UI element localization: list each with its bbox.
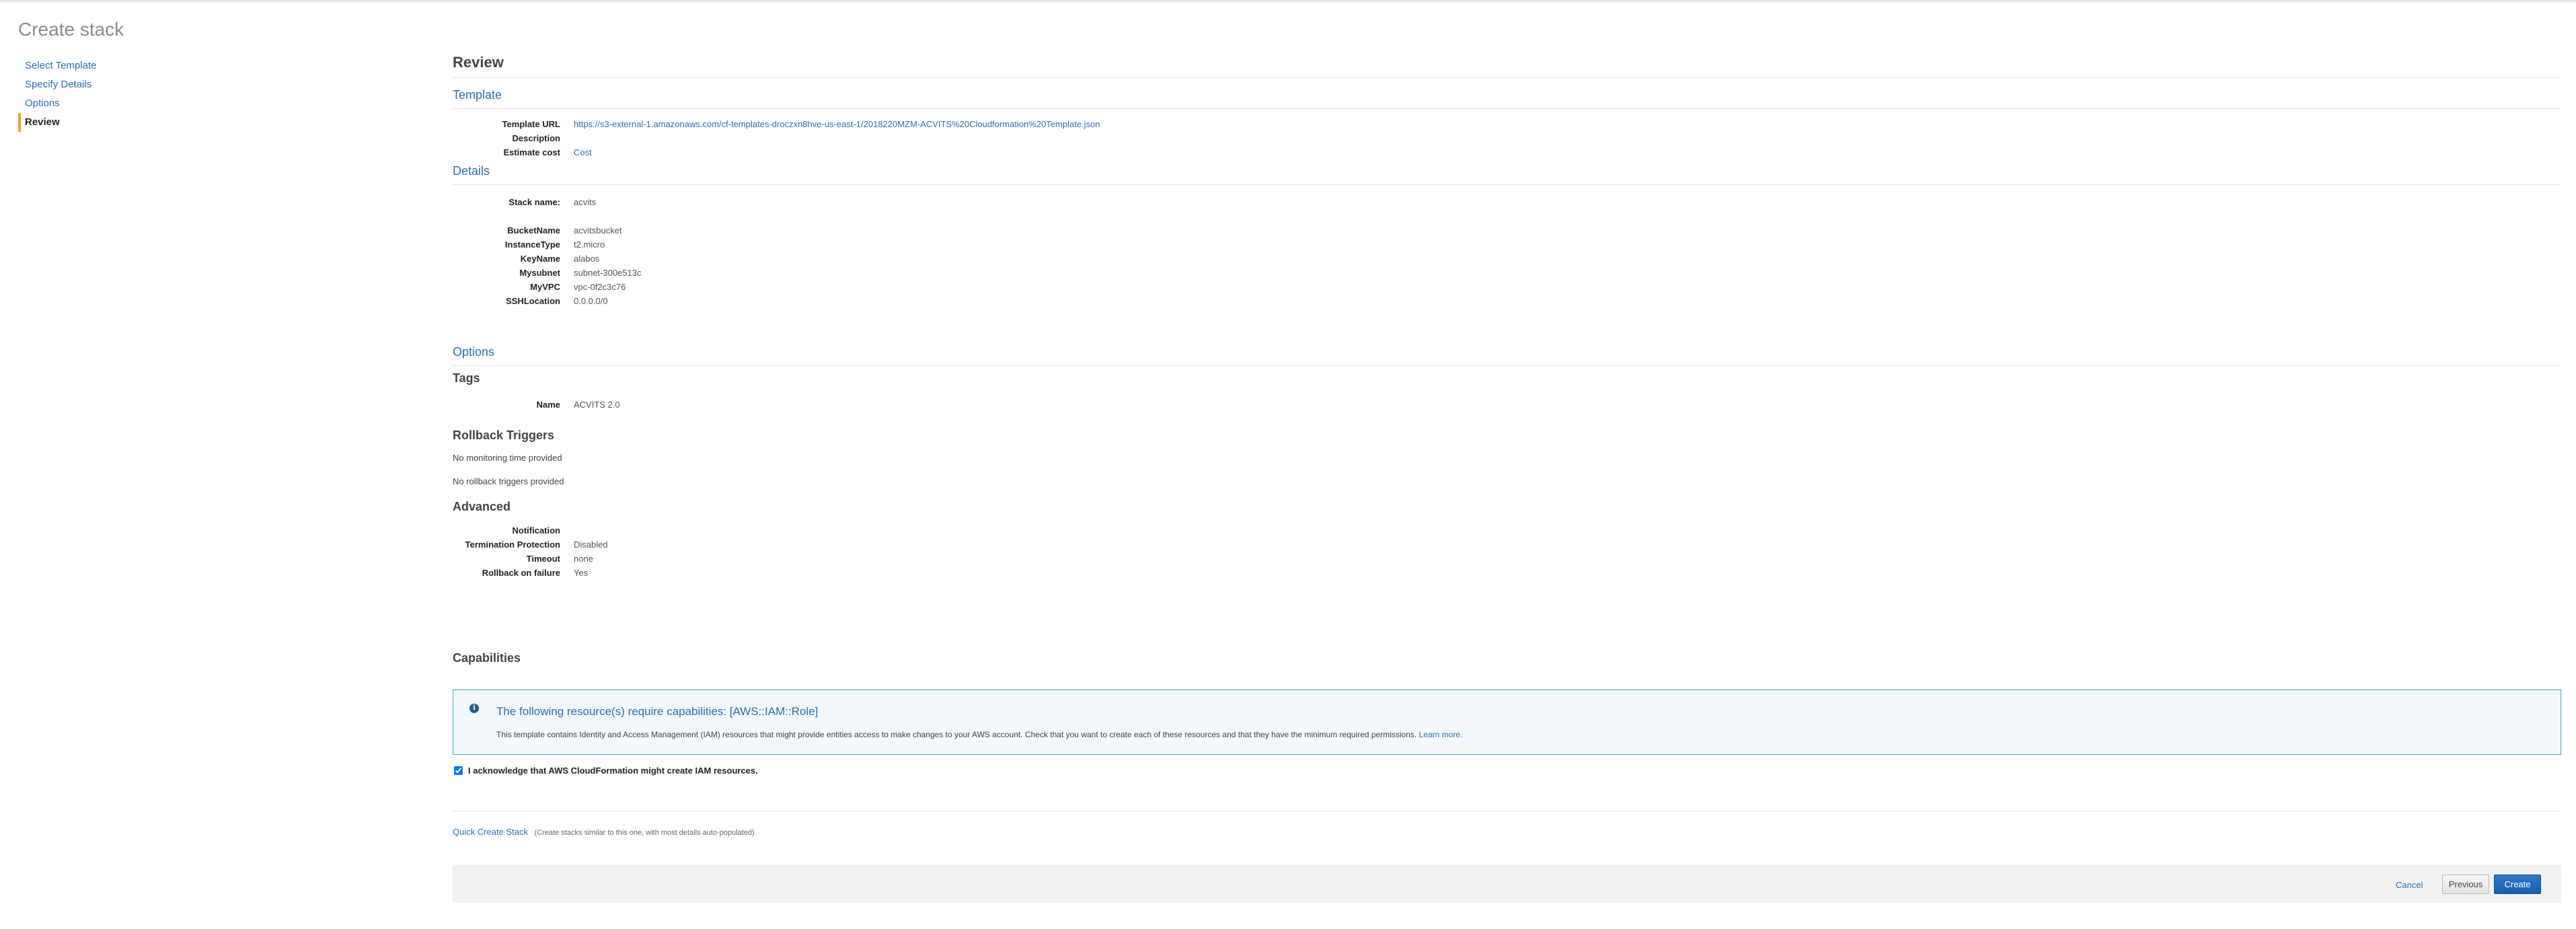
step-specify-details[interactable]: Specify Details	[18, 75, 186, 94]
capabilities-info-desc: This template contains Identity and Acce…	[496, 730, 1462, 739]
param-value: acvitsbucket	[574, 225, 622, 235]
create-button[interactable]: Create	[2494, 875, 2541, 894]
param-key: KeyName	[520, 254, 560, 264]
estimate-cost-label: Estimate cost	[503, 147, 560, 157]
param-row: BucketName acvitsbucket	[453, 223, 2561, 237]
advanced-key: Notification	[512, 525, 561, 535]
tag-row: Name ACVITS 2.0	[453, 398, 2561, 412]
tags-heading: Tags	[453, 371, 480, 385]
param-key: BucketName	[507, 225, 560, 235]
advanced-heading: Advanced	[453, 500, 511, 513]
wizard-steps: Select Template Specify Details Options …	[18, 57, 186, 132]
advanced-value: Disabled	[574, 540, 608, 550]
advanced-value: Yes	[574, 568, 589, 578]
stack-name-label: Stack name:	[508, 197, 560, 207]
details-section-title[interactable]: Details	[453, 164, 2561, 185]
description-row: Description	[453, 131, 2561, 145]
quick-create-hint: (Create stacks similar to this one, with…	[534, 829, 755, 837]
tag-key: Name	[536, 400, 560, 410]
options-section: Options Tags Name ACVITS 2.0 Rollback Tr…	[453, 345, 2561, 580]
advanced-row: Timeout none	[453, 552, 2561, 566]
template-url-label: Template URL	[502, 119, 560, 129]
param-row: KeyName alabos	[453, 252, 2561, 266]
iam-acknowledge-checkbox[interactable]	[454, 766, 463, 775]
advanced-key: Termination Protection	[465, 540, 560, 550]
template-url-link[interactable]: https://s3-external-1.amazonaws.com/cf-t…	[574, 117, 1100, 131]
param-value: vpc-0f2c3c76	[574, 282, 626, 292]
param-row: Mysubnet subnet-300e513c	[453, 266, 2561, 280]
capabilities-desc-text: This template contains Identity and Acce…	[496, 730, 1417, 739]
iam-acknowledge[interactable]: I acknowledge that AWS CloudFormation mi…	[453, 766, 758, 776]
stack-name-row: Stack name: acvits	[453, 195, 2561, 209]
template-section: Template Template URL https://s3-externa…	[453, 88, 2561, 159]
cancel-button[interactable]: Cancel	[2396, 880, 2423, 890]
step-review: Review	[18, 113, 186, 132]
advanced-row: Termination Protection Disabled	[453, 537, 2561, 552]
param-value: t2.micro	[574, 239, 605, 250]
no-triggers-text: No rollback triggers provided	[453, 476, 564, 486]
step-options[interactable]: Options	[18, 94, 186, 113]
advanced-row: Rollback on failure Yes	[453, 566, 2561, 580]
advanced-value: none	[574, 554, 593, 564]
estimate-cost-row: Estimate cost Cost	[453, 145, 2561, 159]
param-row: MyVPC vpc-0f2c3c76	[453, 280, 2561, 294]
cost-link[interactable]: Cost	[574, 145, 592, 159]
capabilities-info-title: The following resource(s) require capabi…	[496, 705, 819, 718]
template-url-row: Template URL https://s3-external-1.amazo…	[453, 117, 2561, 131]
footer-action-bar: Cancel Previous Create	[453, 865, 2561, 903]
details-section: Details Stack name: acvits BucketName ac…	[453, 164, 2561, 308]
param-key: MyVPC	[530, 282, 560, 292]
review-heading: Review	[453, 54, 2561, 78]
param-value: 0.0.0.0/0	[574, 296, 608, 306]
param-value: alabos	[574, 254, 600, 264]
top-border	[0, 0, 2576, 2]
page-title: Create stack	[18, 19, 124, 40]
previous-button[interactable]: Previous	[2442, 875, 2489, 894]
quick-create-stack-link[interactable]: Quick Create Stack	[453, 827, 528, 837]
info-icon: i	[469, 704, 479, 713]
capabilities-info-box: i The following resource(s) require capa…	[453, 690, 2561, 755]
param-key: InstanceType	[504, 239, 560, 250]
param-row: SSHLocation 0.0.0.0/0	[453, 294, 2561, 308]
advanced-key: Rollback on failure	[482, 568, 560, 578]
no-monitoring-text: No monitoring time provided	[453, 453, 562, 463]
learn-more-link[interactable]: Learn more.	[1419, 730, 1463, 739]
param-key: SSHLocation	[506, 296, 560, 306]
param-value: subnet-300e513c	[574, 268, 642, 278]
stack-name-value: acvits	[574, 197, 597, 207]
rollback-triggers-heading: Rollback Triggers	[453, 429, 555, 442]
review-panel: Review Template Template URL https://s3-…	[453, 54, 2561, 903]
description-label: Description	[512, 133, 560, 143]
quick-create-row: Quick Create Stack (Create stacks simila…	[453, 827, 755, 837]
template-section-title[interactable]: Template	[453, 88, 2561, 109]
iam-acknowledge-label: I acknowledge that AWS CloudFormation mi…	[468, 766, 758, 776]
capabilities-heading: Capabilities	[453, 651, 521, 665]
options-section-title[interactable]: Options	[453, 345, 2561, 366]
advanced-row: Notification	[453, 523, 2561, 537]
advanced-key: Timeout	[526, 554, 560, 564]
param-row: InstanceType t2.micro	[453, 237, 2561, 252]
tag-value: ACVITS 2.0	[574, 400, 620, 410]
step-select-template[interactable]: Select Template	[18, 57, 186, 75]
param-key: Mysubnet	[519, 268, 560, 278]
